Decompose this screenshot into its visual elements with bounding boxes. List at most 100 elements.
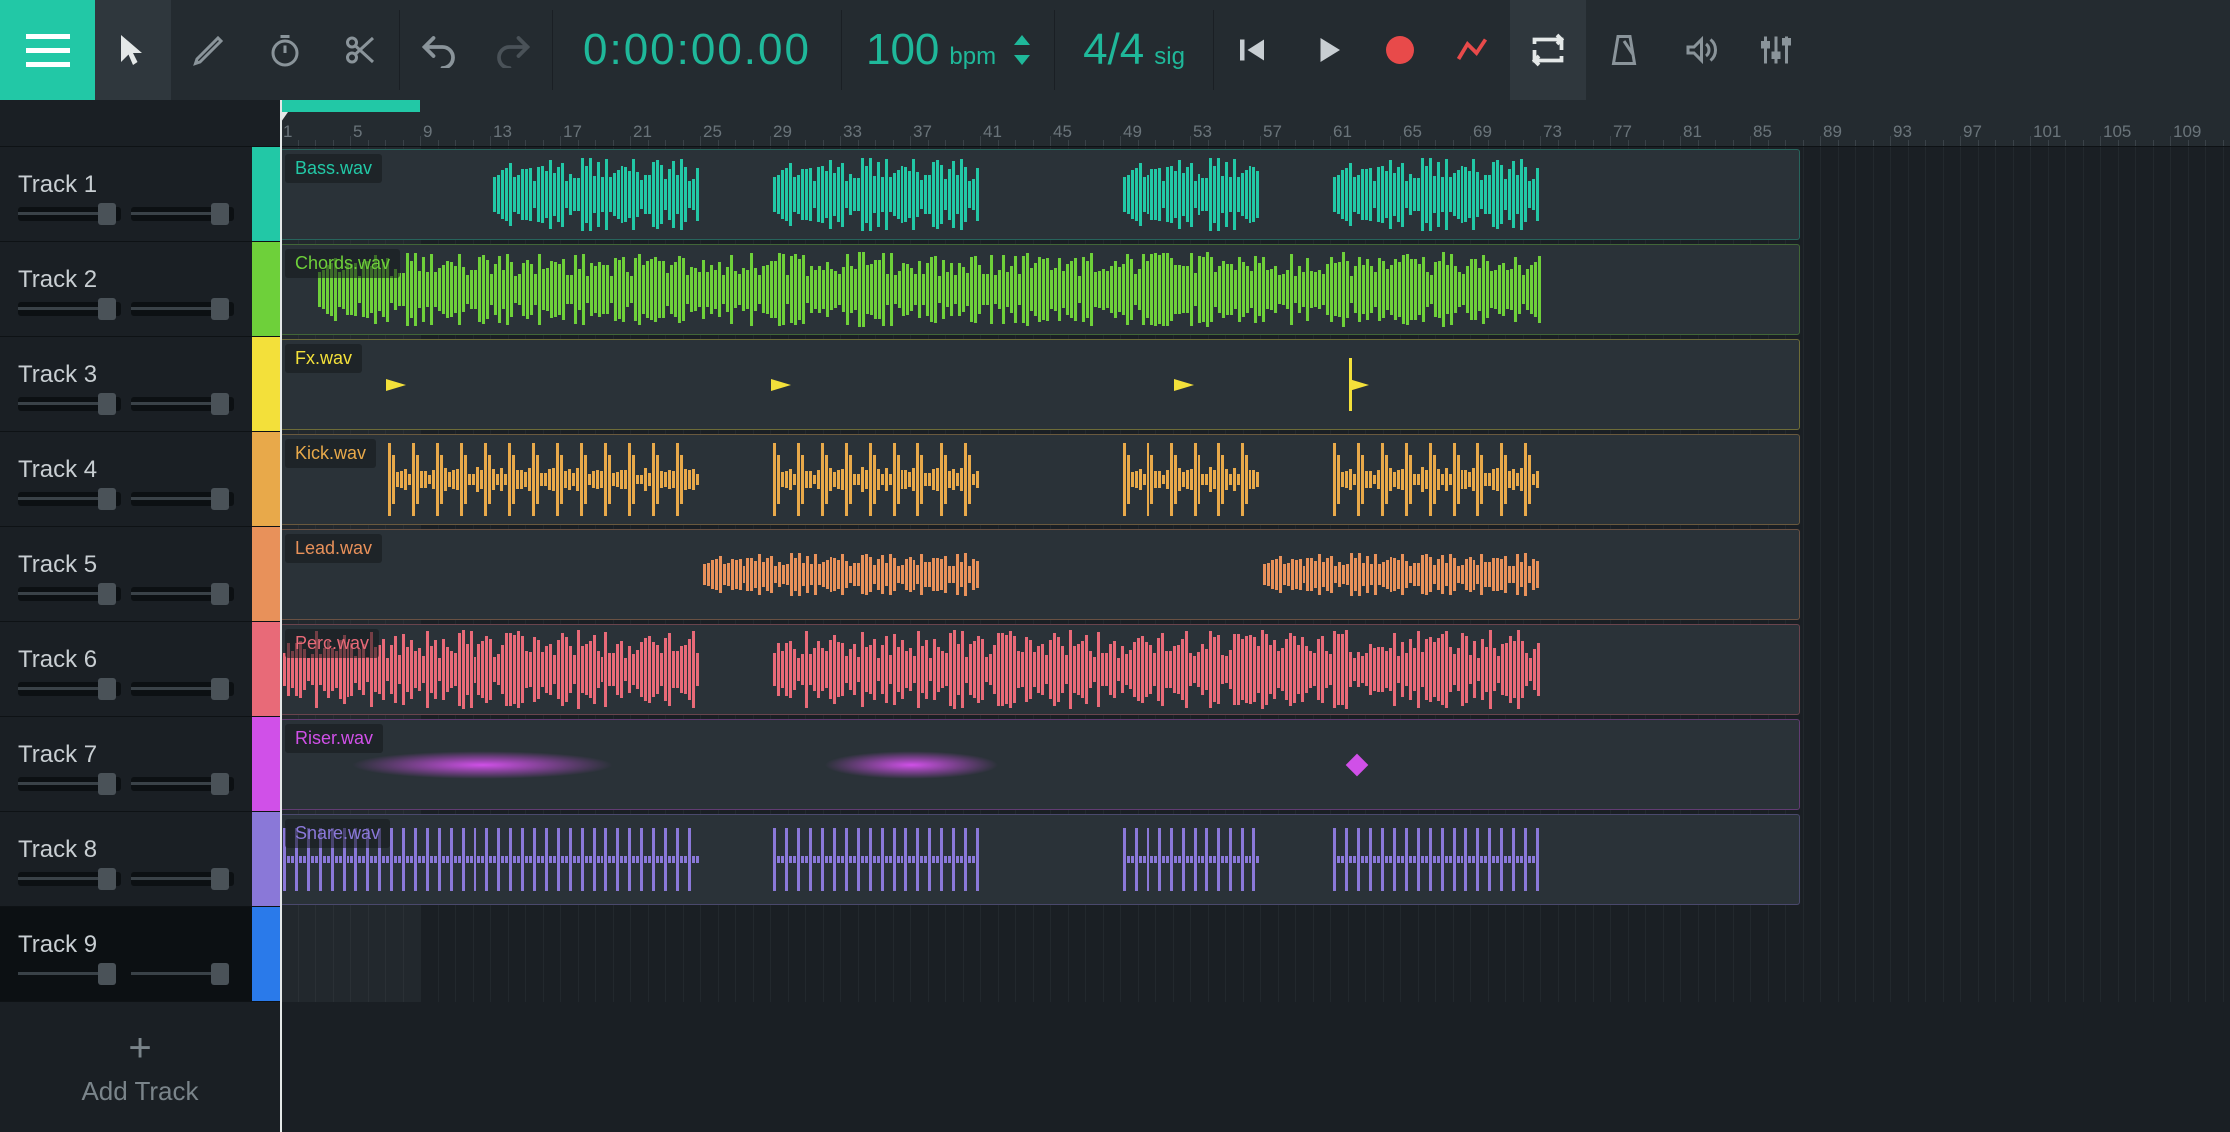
pan-slider[interactable] <box>131 397 234 411</box>
track-header[interactable]: Track 9 <box>0 907 280 1002</box>
track-color-strip <box>252 242 280 336</box>
track-name: Track 4 <box>18 456 234 484</box>
mixer-button[interactable] <box>1738 0 1814 100</box>
stopwatch-tool[interactable] <box>247 0 323 100</box>
loop-button[interactable] <box>1510 0 1586 100</box>
audio-clip[interactable]: Chords.wav <box>280 244 1800 335</box>
audio-clip[interactable]: Perc.wav <box>280 624 1800 715</box>
redo-button[interactable] <box>476 0 552 100</box>
pan-slider[interactable] <box>131 872 234 886</box>
volume-slider[interactable] <box>18 682 121 696</box>
track-lane[interactable] <box>280 907 2230 1002</box>
track-lane[interactable]: Bass.wav <box>280 147 2230 242</box>
track-header[interactable]: Track 8 <box>0 812 280 907</box>
timeline[interactable]: 1591317212529333741454953576165697377818… <box>280 100 2230 1132</box>
track-color-strip <box>252 337 280 431</box>
play-button[interactable] <box>1290 0 1366 100</box>
clip-label: Bass.wav <box>285 154 382 183</box>
pan-slider[interactable] <box>131 967 234 981</box>
ruler[interactable]: 1591317212529333741454953576165697377818… <box>280 100 2230 147</box>
track-color-strip <box>252 147 280 241</box>
volume-slider[interactable] <box>18 207 121 221</box>
pan-slider[interactable] <box>131 207 234 221</box>
sig-label: sig <box>1154 43 1185 71</box>
menu-button[interactable] <box>0 0 95 100</box>
track-name: Track 5 <box>18 551 234 579</box>
track-color-strip <box>252 812 280 906</box>
clip-label: Snare.wav <box>285 819 390 848</box>
track-color-strip <box>252 622 280 716</box>
scissors-tool[interactable] <box>323 0 399 100</box>
pan-slider[interactable] <box>131 302 234 316</box>
clip-label: Fx.wav <box>285 344 362 373</box>
audio-clip[interactable]: Kick.wav <box>280 434 1800 525</box>
track-lane[interactable]: Snare.wav <box>280 812 2230 907</box>
track-name: Track 3 <box>18 361 234 389</box>
track-panel: Track 1 Track 2 Track 3 Track 4 Track 5 Track… <box>0 100 280 1132</box>
clip-label: Lead.wav <box>285 534 382 563</box>
record-button[interactable] <box>1366 0 1434 100</box>
volume-slider[interactable] <box>18 967 121 981</box>
audio-clip[interactable]: Fx.wav <box>280 339 1800 430</box>
add-track-button[interactable]: + Add Track <box>0 1002 280 1132</box>
time-display[interactable]: 0:00:00.00 <box>553 0 841 100</box>
bpm-label: bpm <box>949 43 996 71</box>
pan-slider[interactable] <box>131 587 234 601</box>
track-header[interactable]: Track 4 <box>0 432 280 527</box>
volume-slider[interactable] <box>18 777 121 791</box>
sig-value: 4/4 <box>1083 25 1144 75</box>
track-header[interactable]: Track 5 <box>0 527 280 622</box>
pan-slider[interactable] <box>131 777 234 791</box>
track-lane[interactable]: Riser.wav <box>280 717 2230 812</box>
track-color-strip <box>252 527 280 621</box>
track-color-strip <box>252 717 280 811</box>
clip-label: Chords.wav <box>285 249 400 278</box>
clip-label: Kick.wav <box>285 439 376 468</box>
track-lane[interactable]: Kick.wav <box>280 432 2230 527</box>
volume-slider[interactable] <box>18 492 121 506</box>
automation-button[interactable] <box>1434 0 1510 100</box>
track-name: Track 8 <box>18 836 234 864</box>
pencil-tool[interactable] <box>171 0 247 100</box>
audio-clip[interactable]: Bass.wav <box>280 149 1800 240</box>
track-lane[interactable]: Lead.wav <box>280 527 2230 622</box>
track-name: Track 7 <box>18 741 234 769</box>
volume-slider[interactable] <box>18 302 121 316</box>
rewind-button[interactable] <box>1214 0 1290 100</box>
volume-slider[interactable] <box>18 872 121 886</box>
track-header[interactable]: Track 1 <box>0 147 280 242</box>
track-lane[interactable]: Perc.wav <box>280 622 2230 717</box>
add-track-label: Add Track <box>81 1076 198 1107</box>
track-lane[interactable]: Fx.wav <box>280 337 2230 432</box>
track-name: Track 2 <box>18 266 234 294</box>
audio-clip[interactable]: Riser.wav <box>280 719 1800 810</box>
time-signature-control[interactable]: 4/4 sig <box>1055 0 1213 100</box>
toolbar: 0:00:00.00 100 bpm 4/4 sig <box>0 0 2230 100</box>
bpm-value: 100 <box>866 25 939 75</box>
track-lane[interactable]: Chords.wav <box>280 242 2230 337</box>
pan-slider[interactable] <box>131 492 234 506</box>
loop-region[interactable] <box>280 100 420 112</box>
track-header[interactable]: Track 7 <box>0 717 280 812</box>
metronome-button[interactable] <box>1586 0 1662 100</box>
pan-slider[interactable] <box>131 682 234 696</box>
track-name: Track 6 <box>18 646 234 674</box>
plus-icon: + <box>128 1028 151 1068</box>
lanes-area[interactable]: Bass.wav Chords.wav Fx.wav Kick.wav Lead.wav… <box>280 147 2230 1132</box>
clip-label: Perc.wav <box>285 629 379 658</box>
track-name: Track 1 <box>18 171 234 199</box>
audio-clip[interactable]: Snare.wav <box>280 814 1800 905</box>
cursor-tool[interactable] <box>95 0 171 100</box>
bpm-stepper[interactable] <box>1014 35 1030 65</box>
bpm-control[interactable]: 100 bpm <box>842 0 1054 100</box>
track-header[interactable]: Track 3 <box>0 337 280 432</box>
volume-slider[interactable] <box>18 397 121 411</box>
track-color-strip <box>252 432 280 526</box>
track-header[interactable]: Track 2 <box>0 242 280 337</box>
audio-settings-button[interactable] <box>1662 0 1738 100</box>
track-header[interactable]: Track 6 <box>0 622 280 717</box>
undo-button[interactable] <box>400 0 476 100</box>
volume-slider[interactable] <box>18 587 121 601</box>
track-name: Track 9 <box>18 931 234 959</box>
audio-clip[interactable]: Lead.wav <box>280 529 1800 620</box>
